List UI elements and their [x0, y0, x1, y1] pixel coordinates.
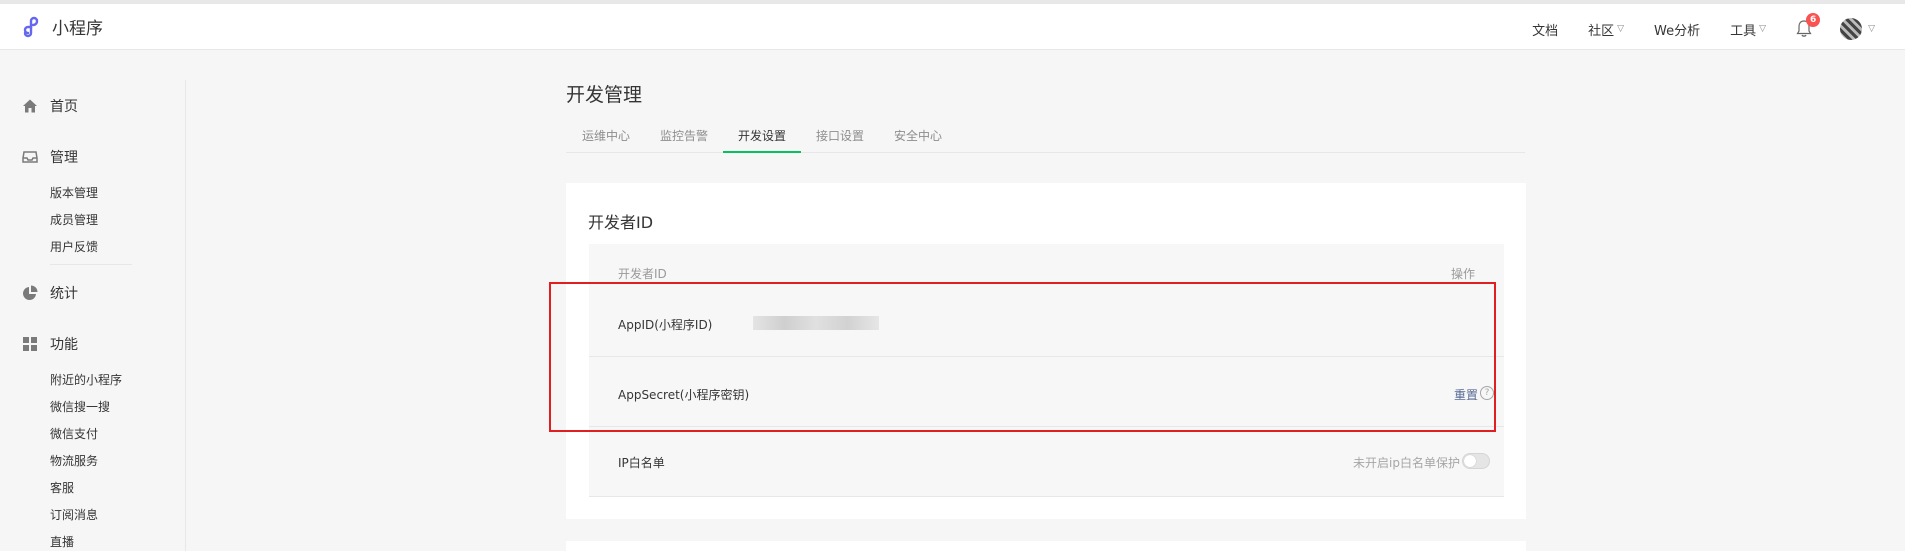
notification-badge: 6 [1806, 13, 1821, 27]
chevron-down-icon: ▽ [1868, 24, 1875, 34]
sidebar-divider [50, 264, 132, 265]
developer-id-card: 开发者ID 开发者ID 操作 AppID(小程序ID) AppSecret(小程… [566, 183, 1526, 519]
sidebar-item-subscription-messages[interactable]: 订阅消息 [50, 506, 98, 523]
grid-icon [23, 337, 37, 351]
appid-value-redacted [753, 316, 879, 330]
page-title: 开发管理 [566, 84, 643, 106]
next-card [566, 541, 1526, 551]
sidebar-item-customer-service[interactable]: 客服 [50, 479, 74, 496]
nav-tools-label: 工具 [1730, 23, 1757, 39]
sidebar-item-wechat-search[interactable]: 微信搜一搜 [50, 398, 110, 415]
sidebar: 首页 管理 版本管理 成员管理 用户反馈 统计 功能 附近的小程序 微信搜一搜 … [0, 80, 186, 551]
active-tab-indicator [723, 151, 801, 153]
appsecret-label: AppSecret(小程序密钥) [618, 388, 750, 402]
appid-label: AppID(小程序ID) [618, 318, 713, 332]
nav-community[interactable]: 社区 ▽ [1588, 20, 1624, 39]
row-divider [589, 356, 1504, 357]
sidebar-item-logistics[interactable]: 物流服务 [50, 452, 98, 469]
chevron-down-icon: ▽ [1759, 24, 1767, 34]
account-menu[interactable]: ▽ [1814, 18, 1875, 40]
tab-dev-settings[interactable]: 开发设置 [738, 127, 786, 144]
sidebar-item-user-feedback[interactable]: 用户反馈 [50, 238, 98, 255]
pie-chart-icon [23, 285, 38, 300]
nav-we-analytics[interactable]: We分析 [1654, 20, 1700, 39]
row-divider [589, 426, 1504, 427]
nav-community-label: 社区 [1588, 23, 1615, 39]
home-icon [23, 99, 37, 113]
notification-bell[interactable]: 6 [1796, 13, 1821, 38]
sidebar-item-features[interactable]: 功能 [22, 334, 78, 354]
tab-security-center[interactable]: 安全中心 [894, 127, 942, 144]
ip-whitelist-toggle[interactable] [1462, 453, 1490, 469]
developer-id-table: 开发者ID 操作 AppID(小程序ID) AppSecret(小程序密钥) 重… [589, 244, 1504, 497]
tab-ops-center[interactable]: 运维中心 [582, 127, 630, 144]
inbox-icon [22, 151, 38, 163]
nav-we-analytics-label: We分析 [1654, 23, 1701, 39]
sidebar-item-manage[interactable]: 管理 [22, 147, 78, 167]
nav-tools[interactable]: 工具 ▽ [1730, 20, 1766, 39]
sidebar-item-label: 首页 [50, 99, 78, 115]
column-header-action: 操作 [1450, 267, 1475, 281]
card-title: 开发者ID [588, 213, 654, 232]
help-icon[interactable]: ? [1480, 386, 1494, 400]
top-bar: 小程序 文档 社区 ▽ We分析 工具 ▽ 6 ▽ [0, 0, 1905, 50]
tab-monitoring-alerts[interactable]: 监控告警 [660, 127, 708, 144]
sidebar-item-nearby-miniprogram[interactable]: 附近的小程序 [50, 371, 122, 388]
sidebar-item-label: 管理 [50, 150, 78, 166]
brand[interactable]: 小程序 [22, 14, 103, 39]
sidebar-item-version-management[interactable]: 版本管理 [50, 184, 98, 201]
nav-docs-label: 文档 [1532, 23, 1559, 39]
sidebar-item-stats[interactable]: 统计 [22, 283, 78, 303]
nav-docs[interactable]: 文档 [1532, 20, 1558, 39]
top-nav: 文档 社区 ▽ We分析 工具 ▽ 6 ▽ [1502, 13, 1875, 40]
ip-whitelist-status: 未开启ip白名单保护 [1353, 456, 1460, 470]
sidebar-item-home[interactable]: 首页 [22, 96, 78, 116]
sidebar-item-live[interactable]: 直播 [50, 533, 74, 550]
ip-whitelist-label: IP白名单 [618, 456, 665, 470]
sidebar-item-label: 功能 [50, 337, 78, 353]
sidebar-item-member-management[interactable]: 成员管理 [50, 211, 98, 228]
chevron-down-icon: ▽ [1617, 24, 1625, 34]
miniprogram-logo-icon [22, 16, 44, 38]
avatar [1840, 18, 1863, 40]
row-divider [589, 496, 1504, 497]
sidebar-item-label: 统计 [50, 286, 78, 302]
column-header-id: 开发者ID [618, 267, 667, 281]
brand-name: 小程序 [52, 19, 103, 39]
tab-api-settings[interactable]: 接口设置 [816, 127, 864, 144]
reset-appsecret-link[interactable]: 重置 [1454, 386, 1478, 403]
tab-bar: 运维中心 监控告警 开发设置 接口设置 安全中心 [566, 122, 1525, 153]
sidebar-item-wechat-pay[interactable]: 微信支付 [50, 425, 98, 442]
